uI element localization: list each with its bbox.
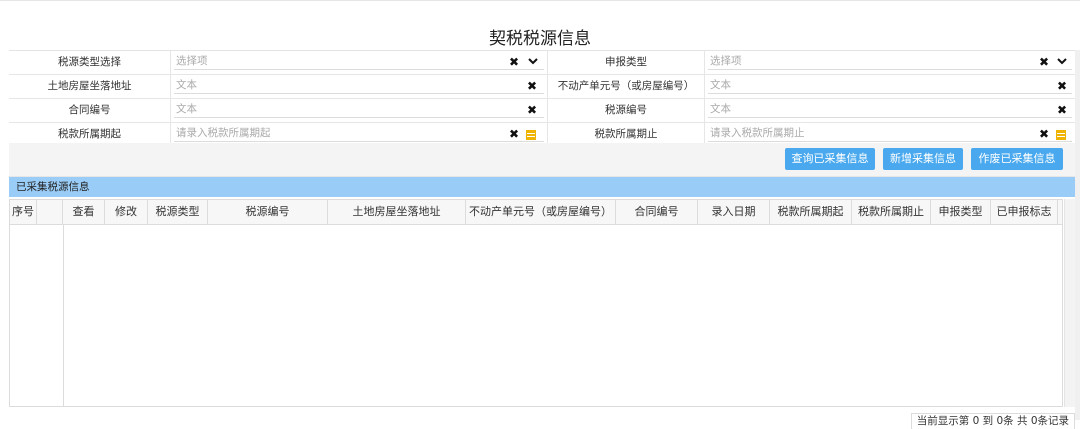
table-header: 序号 查看 修改 税源类型 税源编号 土地房屋坐落地址 不动产单元号（或房屋编号… [10,200,1062,225]
clear-icon[interactable]: ✖ [527,104,537,116]
col-view[interactable]: 查看 [63,200,105,224]
contract-no-input[interactable]: 文本 ✖ [171,99,547,122]
clear-icon[interactable]: ✖ [509,128,519,140]
chevron-down-icon[interactable] [1057,57,1067,65]
top-divider [0,0,1080,1]
col-edit[interactable]: 修改 [105,200,148,224]
clear-icon[interactable]: ✖ [1057,80,1067,92]
page-title: 契税税源信息 [489,29,591,49]
col-property-unit[interactable]: 不动产单元号（或房屋编号） [466,200,616,224]
contract-no-label: 合同编号 [9,99,171,122]
property-unit-label: 不动产单元号（或房屋编号） [547,75,705,98]
col-seq[interactable]: 序号 [10,200,37,224]
clear-icon[interactable]: ✖ [527,80,537,92]
declare-type-label: 申报类型 [547,51,705,74]
tax-type-select[interactable]: 选择项 ✖ [171,51,547,74]
data-table: 序号 查看 修改 税源类型 税源编号 土地房屋坐落地址 不动产单元号（或房屋编号… [9,199,1063,407]
property-unit-placeholder: 文本 [708,77,1072,94]
calendar-icon[interactable] [526,129,536,140]
address-placeholder: 文本 [174,77,544,94]
tax-source-no-label: 税源编号 [547,99,705,122]
declare-type-select[interactable]: 选择项 ✖ [705,51,1075,74]
col-spacer [37,200,63,224]
address-label: 土地房屋坐落地址 [9,75,171,98]
page-scrollbar[interactable] [1075,50,1080,420]
col-declare-type[interactable]: 申报类型 [931,200,991,224]
clear-icon[interactable]: ✖ [1039,128,1049,140]
add-collection-button[interactable]: 新增采集信息 [883,148,963,170]
form-row: 合同编号 文本 ✖ 税源编号 文本 ✖ [9,99,1075,123]
col-period-start[interactable]: 税款所属期起 [770,200,852,224]
col-declared-flag[interactable]: 已申报标志 [991,200,1058,224]
form-row: 土地房屋坐落地址 文本 ✖ 不动产单元号（或房屋编号） 文本 ✖ [9,75,1075,99]
period-start-placeholder: 请录入税款所属期起 [174,125,544,142]
query-collected-button[interactable]: 查询已采集信息 [785,148,875,170]
search-form: 税源类型选择 选择项 ✖ 申报类型 选择项 ✖ 土地房屋坐落地址 文本 ✖ 不动… [9,50,1075,147]
tax-type-label: 税源类型选择 [9,51,171,74]
tax-type-placeholder: 选择项 [174,53,544,70]
chevron-down-icon[interactable] [528,57,538,65]
period-end-placeholder: 请录入税款所属期止 [708,125,1072,142]
tax-source-no-input[interactable]: 文本 ✖ [705,99,1075,122]
address-input[interactable]: 文本 ✖ [171,75,547,98]
clear-icon[interactable]: ✖ [1039,56,1049,68]
col-address[interactable]: 土地房屋坐落地址 [328,200,466,224]
col-contract-no[interactable]: 合同编号 [616,200,698,224]
declare-type-placeholder: 选择项 [708,53,1072,70]
col-period-end[interactable]: 税款所属期止 [852,200,931,224]
panel-title: 已采集税源信息 [9,177,1075,197]
pagination-info: 当前显示第 0 到 0条 共 0条记录 [910,413,1075,429]
col-entry-date[interactable]: 录入日期 [698,200,770,224]
property-unit-input[interactable]: 文本 ✖ [705,75,1075,98]
clear-icon[interactable]: ✖ [1057,104,1067,116]
tax-source-no-placeholder: 文本 [708,101,1072,118]
clear-icon[interactable]: ✖ [509,56,519,68]
col-tax-type[interactable]: 税源类型 [148,200,208,224]
button-bar: 查询已采集信息 新增采集信息 作废已采集信息 [9,143,1075,177]
col-tax-source-no[interactable]: 税源编号 [208,200,328,224]
calendar-icon[interactable] [1056,129,1066,140]
frozen-column [10,224,64,406]
contract-no-placeholder: 文本 [174,101,544,118]
void-collected-button[interactable]: 作废已采集信息 [971,148,1063,170]
form-row: 税源类型选择 选择项 ✖ 申报类型 选择项 ✖ [9,51,1075,75]
